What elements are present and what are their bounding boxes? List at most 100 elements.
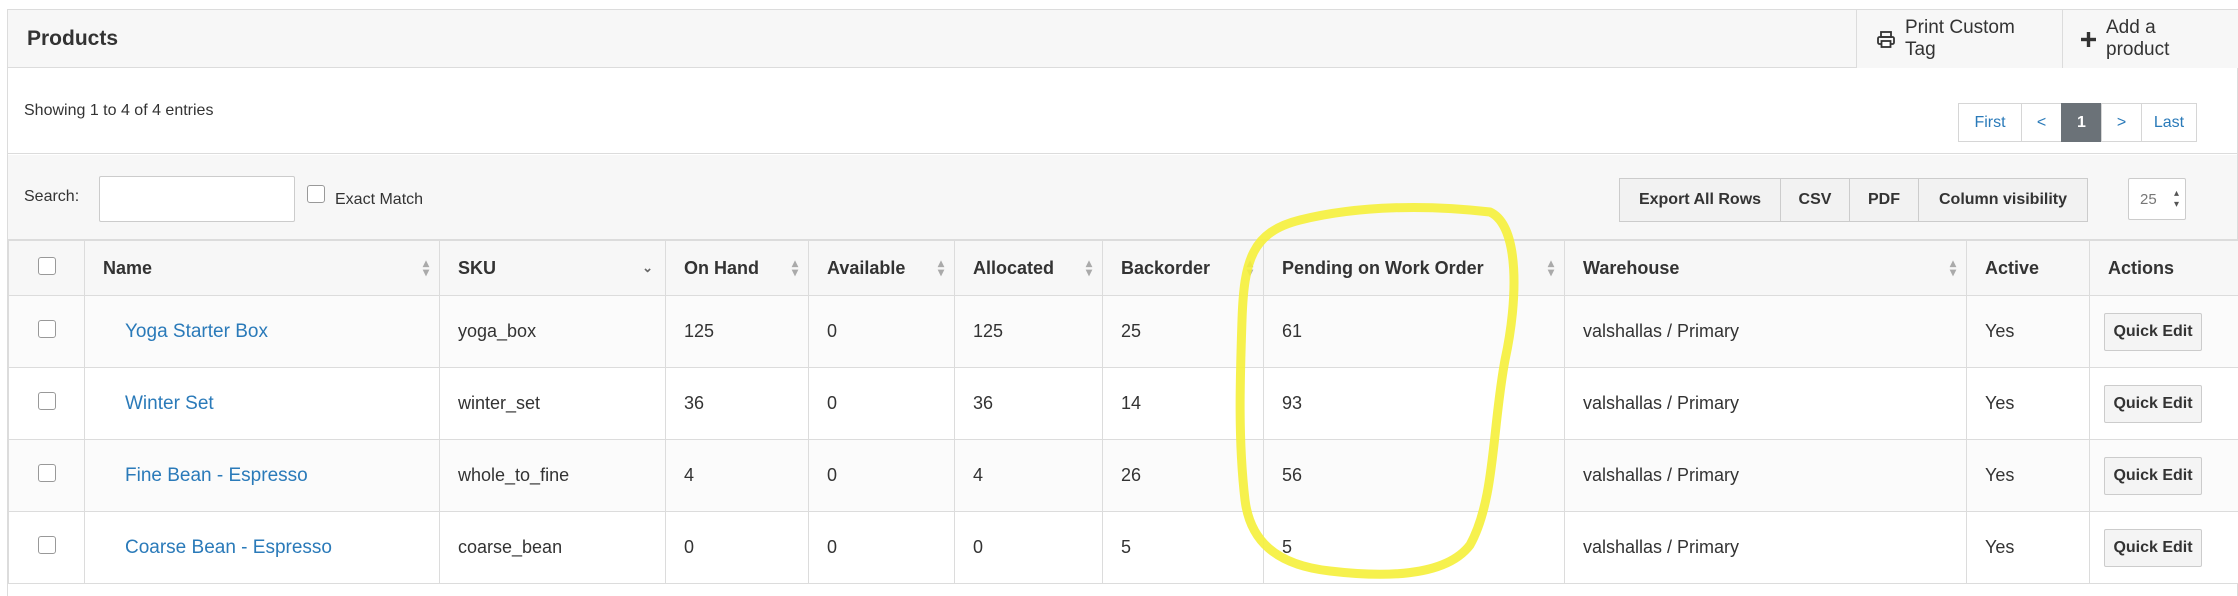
- sort-icon: ▴ ▾: [1085, 256, 1092, 279]
- cell-backorder: 14: [1102, 367, 1264, 440]
- column-header-pending-work-order[interactable]: Pending on Work Order ▴ ▾: [1263, 240, 1565, 296]
- table-header-row: Name ▴ ▾ SKU ⌄ On Hand ▴ ▾ Available ▴ ▾ Alloca…: [8, 240, 2238, 296]
- table-row: Coarse Bean - Espresso coarse_bean 0 0 0…: [8, 511, 2238, 584]
- product-link[interactable]: Coarse Bean - Espresso: [125, 537, 332, 558]
- row-select-cell: [8, 511, 85, 584]
- add-product-button[interactable]: Add a product: [2062, 10, 2238, 68]
- cell-allocated: 36: [954, 367, 1103, 440]
- column-header-allocated[interactable]: Allocated ▴ ▾: [954, 240, 1103, 296]
- cell-active: Yes: [1966, 511, 2090, 584]
- cell-pending: 61: [1263, 295, 1565, 368]
- cell-warehouse: valshallas / Primary: [1564, 295, 1967, 368]
- row-checkbox[interactable]: [37, 464, 56, 482]
- column-header-available[interactable]: Available ▴ ▾: [808, 240, 955, 296]
- search-label: Search:: [24, 188, 80, 205]
- select-all-cell: [8, 240, 85, 296]
- quick-edit-button[interactable]: Quick Edit: [2104, 312, 2202, 351]
- product-link[interactable]: Winter Set: [125, 393, 214, 414]
- table-row: Fine Bean - Espresso whole_to_fine 4 0 4…: [8, 439, 2238, 512]
- column-header-on-hand[interactable]: On Hand ▴ ▾: [665, 240, 809, 296]
- search-input[interactable]: [99, 176, 295, 222]
- row-checkbox[interactable]: [37, 392, 56, 410]
- cell-warehouse: valshallas / Primary: [1564, 511, 1967, 584]
- cell-on-hand: 36: [665, 367, 809, 440]
- cell-name: Coarse Bean - Espresso: [84, 511, 440, 584]
- sort-icon: ▴ ▾: [791, 256, 798, 279]
- quick-edit-button[interactable]: Quick Edit: [2104, 456, 2202, 495]
- products-table: Name ▴ ▾ SKU ⌄ On Hand ▴ ▾ Available ▴ ▾ Alloca…: [8, 240, 2238, 584]
- cell-warehouse: valshallas / Primary: [1564, 367, 1967, 440]
- column-header-name[interactable]: Name ▴ ▾: [84, 240, 440, 296]
- quick-edit-button[interactable]: Quick Edit: [2104, 384, 2202, 423]
- pdf-button[interactable]: PDF: [1849, 178, 1919, 222]
- table-row: Winter Set winter_set 36 0 36 14 93 vals…: [8, 367, 2238, 440]
- row-select-cell: [8, 367, 85, 440]
- cell-available: 0: [808, 367, 955, 440]
- cell-backorder: 26: [1102, 439, 1264, 512]
- column-header-actions: Actions: [2089, 240, 2238, 296]
- quick-edit-button[interactable]: Quick Edit: [2104, 528, 2202, 567]
- pager-next[interactable]: >: [2101, 103, 2142, 142]
- sort-icon: ▴ ▾: [422, 256, 429, 279]
- pager-first[interactable]: First: [1958, 103, 2022, 142]
- pager-prev[interactable]: <: [2021, 103, 2062, 142]
- product-link[interactable]: Yoga Starter Box: [125, 321, 268, 342]
- cell-actions: Quick Edit: [2089, 295, 2238, 368]
- print-custom-tag-button[interactable]: Print Custom Tag: [1856, 10, 2062, 68]
- page-length-value: 25: [2140, 190, 2157, 208]
- cell-name: Fine Bean - Espresso: [84, 439, 440, 512]
- info-bar: Showing 1 to 4 of 4 entries First < 1 > …: [8, 69, 2237, 154]
- cell-actions: Quick Edit: [2089, 511, 2238, 584]
- sort-desc-icon: ⌄: [642, 260, 653, 275]
- panel-header: Products Print Custom Tag Add a product: [8, 10, 2238, 68]
- column-header-warehouse[interactable]: Warehouse ▴ ▾: [1564, 240, 1967, 296]
- pagination: First < 1 > Last: [1958, 103, 2197, 142]
- column-visibility-button[interactable]: Column visibility: [1918, 178, 2088, 222]
- cell-pending: 56: [1263, 439, 1565, 512]
- product-link[interactable]: Fine Bean - Espresso: [125, 465, 308, 486]
- cell-sku: coarse_bean: [439, 511, 666, 584]
- pager-page-1[interactable]: 1: [2061, 103, 2102, 142]
- print-custom-tag-label: Print Custom Tag: [1905, 17, 2015, 60]
- cell-name: Yoga Starter Box: [84, 295, 440, 368]
- column-header-backorder[interactable]: Backorder ▴ ▾: [1102, 240, 1264, 296]
- cell-backorder: 25: [1102, 295, 1264, 368]
- cell-backorder: 5: [1102, 511, 1264, 584]
- page-length-select[interactable]: 25 ▴ ▾: [2128, 178, 2186, 220]
- csv-button[interactable]: CSV: [1780, 178, 1850, 222]
- cell-on-hand: 125: [665, 295, 809, 368]
- sort-icon: ▴ ▾: [1547, 256, 1554, 279]
- row-checkbox[interactable]: [37, 536, 56, 554]
- sort-icon: ▴ ▾: [937, 256, 944, 279]
- exact-match-label: Exact Match: [335, 191, 424, 208]
- cell-allocated: 0: [954, 511, 1103, 584]
- exact-match-checkbox[interactable]: [307, 185, 325, 203]
- cell-active: Yes: [1966, 295, 2090, 368]
- printer-icon: [1877, 30, 1895, 48]
- table-row: Yoga Starter Box yoga_box 125 0 125 25 6…: [8, 295, 2238, 368]
- cell-allocated: 4: [954, 439, 1103, 512]
- stepper-icon: ▴ ▾: [2173, 188, 2179, 210]
- products-panel: Products Print Custom Tag Add a product: [7, 9, 2238, 596]
- add-product-label: Add a product: [2106, 17, 2170, 60]
- export-buttons: Export All Rows CSV PDF Column visibilit…: [1619, 178, 2088, 222]
- cell-name: Winter Set: [84, 367, 440, 440]
- sort-icon: ▴ ▾: [1949, 256, 1956, 279]
- select-all-checkbox[interactable]: [37, 256, 56, 275]
- cell-active: Yes: [1966, 439, 2090, 512]
- row-checkbox[interactable]: [37, 320, 56, 338]
- tools-bar: Search: Exact Match Export All Rows CSV …: [8, 155, 2237, 240]
- plus-icon: [2081, 31, 2096, 47]
- cell-warehouse: valshallas / Primary: [1564, 439, 1967, 512]
- page-title: Products: [27, 27, 119, 50]
- exact-match-option[interactable]: Exact Match: [307, 183, 423, 209]
- entries-info: Showing 1 to 4 of 4 entries: [24, 102, 214, 119]
- export-all-rows-button[interactable]: Export All Rows: [1619, 178, 1781, 222]
- cell-sku: yoga_box: [439, 295, 666, 368]
- pager-last[interactable]: Last: [2141, 103, 2197, 142]
- column-header-sku[interactable]: SKU ⌄: [439, 240, 666, 296]
- cell-sku: winter_set: [439, 367, 666, 440]
- cell-available: 0: [808, 511, 955, 584]
- cell-active: Yes: [1966, 367, 2090, 440]
- cell-available: 0: [808, 295, 955, 368]
